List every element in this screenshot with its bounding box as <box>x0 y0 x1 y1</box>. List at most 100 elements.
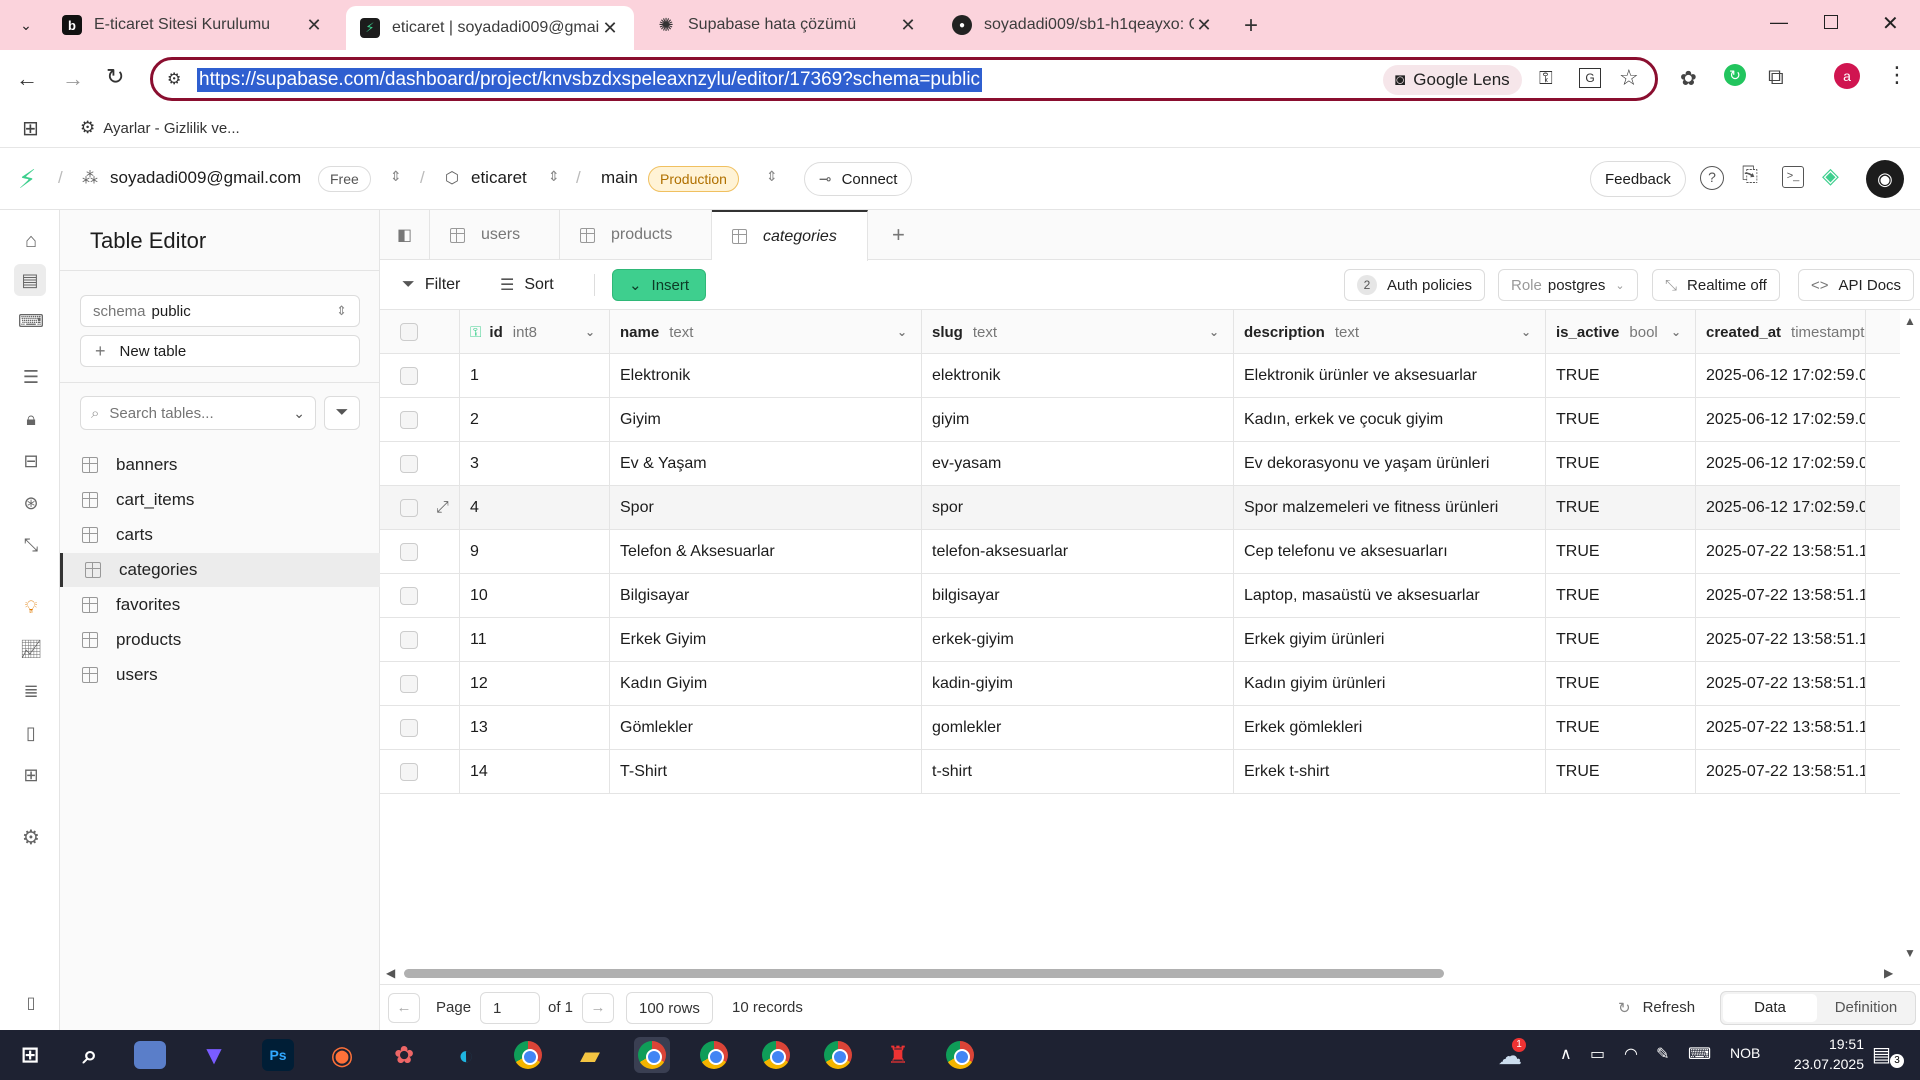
cell-id[interactable]: 1 <box>460 354 610 398</box>
vscode-style-app-icon[interactable]: ▼ <box>196 1037 232 1073</box>
supabase-logo-icon[interactable]: ⚡ <box>18 164 36 195</box>
close-icon[interactable]: ✕ <box>600 18 620 39</box>
search-tables-input[interactable] <box>109 404 270 422</box>
cell-slug[interactable]: erkek-giyim <box>922 618 1234 662</box>
search-tables-box[interactable]: ⌕ ⌄ <box>80 396 316 430</box>
cell-created-at[interactable]: 2025-07-22 13:58:51.158332 <box>1696 706 1866 750</box>
chevron-down-icon[interactable]: ⌄ <box>1521 325 1531 339</box>
table-row[interactable]: ⤢ 4 Spor spor Spor malzemeleri ve fitness ür… <box>380 486 1900 530</box>
cell-created-at[interactable]: 2025-07-22 13:58:51.158332 <box>1696 530 1866 574</box>
api-docs-button[interactable]: <> API Docs <box>1798 269 1915 301</box>
cell-slug[interactable]: telefon-aksesuarlar <box>922 530 1234 574</box>
collapse-sidebar-icon[interactable]: ▯ <box>18 990 44 1016</box>
integrations-icon[interactable]: ⊞ <box>18 762 44 788</box>
table-row[interactable]: 3 Ev & Yaşam ev-yasam Ev dekorasyonu ve yaş… <box>380 442 1900 486</box>
row-checkbox[interactable] <box>400 763 418 781</box>
api-docs-icon[interactable]: ▯ <box>18 720 44 746</box>
user-avatar[interactable]: ◉ <box>1866 160 1904 198</box>
cell-is-active[interactable]: TRUE <box>1546 574 1696 618</box>
row-checkbox[interactable] <box>400 411 418 429</box>
select-all-checkbox[interactable] <box>400 323 418 341</box>
translate-icon[interactable]: G <box>1579 68 1601 88</box>
chevron-down-icon[interactable]: ⌄ <box>585 325 595 339</box>
cell-id[interactable]: 9 <box>460 530 610 574</box>
branch-switcher-icon[interactable]: ⇕ <box>766 168 778 185</box>
cell-slug[interactable]: elektronik <box>922 354 1234 398</box>
column-header-id[interactable]: ⚿ id int8 ⌄ <box>460 310 610 354</box>
filter-button[interactable]: ⏷ Filter <box>402 269 460 301</box>
project-name[interactable]: eticaret <box>471 168 527 188</box>
new-table-button[interactable]: + New table <box>80 335 360 367</box>
toggle-sidebar-icon[interactable]: ◧ <box>380 210 430 260</box>
restore-icon[interactable] <box>1824 15 1838 29</box>
scroll-down-arrow-icon[interactable]: ▼ <box>1904 946 1916 960</box>
minimize-icon[interactable]: — <box>1770 12 1788 33</box>
cell-name[interactable]: Elektronik <box>610 354 922 398</box>
password-key-icon[interactable]: ⚿ <box>1539 68 1553 89</box>
cell-created-at[interactable]: 2025-07-22 13:58:51.158332 <box>1696 662 1866 706</box>
reports-chart-icon[interactable]: 📈︎ <box>18 636 44 662</box>
file-explorer-icon[interactable]: ▰ <box>572 1037 608 1073</box>
row-checkbox[interactable] <box>400 675 418 693</box>
chrome-profile-x-icon[interactable] <box>942 1037 978 1073</box>
cell-id[interactable]: 12 <box>460 662 610 706</box>
cell-id[interactable]: 13 <box>460 706 610 750</box>
chevron-down-icon[interactable]: ⌄ <box>897 325 907 339</box>
browser-tab-3[interactable]: ✺ Supabase hata çözümü ✕ <box>642 6 932 44</box>
apps-grid-icon[interactable]: ⊞ <box>22 116 39 141</box>
chevron-down-icon[interactable]: ⌄ <box>1209 325 1219 339</box>
schema-selector[interactable]: schema public ⇕ <box>80 295 360 327</box>
inbox-icon[interactable]: ⎘ <box>1742 164 1758 187</box>
wifi-icon[interactable]: ◠ <box>1624 1044 1638 1064</box>
pen-icon[interactable]: ✎ <box>1656 1044 1669 1064</box>
cell-created-at[interactable]: 2025-06-12 17:02:59.01483 <box>1696 442 1866 486</box>
chrome-app-icon[interactable] <box>510 1037 546 1073</box>
grammarly-icon[interactable]: ↻ <box>1724 64 1746 86</box>
horizontal-scrollbar-thumb[interactable] <box>404 969 1444 978</box>
close-icon[interactable]: ✕ <box>898 15 918 36</box>
cell-description[interactable]: Elektronik ürünler ve aksesuarlar <box>1234 354 1546 398</box>
row-checkbox[interactable] <box>400 367 418 385</box>
cell-name[interactable]: Ev & Yaşam <box>610 442 922 486</box>
cell-slug[interactable]: ev-yasam <box>922 442 1234 486</box>
monitor-app-icon[interactable] <box>134 1041 166 1069</box>
table-row[interactable]: 13 Gömlekler gomlekler Erkek gömlekleri TRUE… <box>380 706 1900 750</box>
url-text[interactable]: https://supabase.com/dashboard/project/k… <box>197 68 983 92</box>
realtime-toggle-button[interactable]: ⤡ Realtime off <box>1652 269 1780 301</box>
edge-icon[interactable]: ◐ <box>448 1037 484 1073</box>
cell-name[interactable]: Bilgisayar <box>610 574 922 618</box>
cell-created-at[interactable]: 2025-07-22 13:58:51.158332 <box>1696 750 1866 794</box>
browser-tab-2-active[interactable]: ⚡ eticaret | soyadadi009@gmail.com ✕ <box>346 6 634 50</box>
column-header-description[interactable]: description text ⌄ <box>1234 310 1546 354</box>
cell-is-active[interactable]: TRUE <box>1546 706 1696 750</box>
page-number-input[interactable]: 1 <box>480 992 540 1024</box>
profile-avatar[interactable]: a <box>1834 63 1860 89</box>
cell-description[interactable]: Spor malzemeleri ve fitness ürünleri <box>1234 486 1546 530</box>
media-app-icon[interactable]: ♜ <box>880 1037 916 1073</box>
account-name[interactable]: soyadadi009@gmail.com <box>110 168 301 188</box>
branch-name[interactable]: main <box>601 168 638 188</box>
firefox-icon[interactable]: ◉ <box>324 1037 360 1073</box>
help-icon[interactable]: ? <box>1700 166 1724 190</box>
cell-slug[interactable]: kadin-giyim <box>922 662 1234 706</box>
column-header-slug[interactable]: slug text ⌄ <box>922 310 1234 354</box>
sort-button[interactable]: ☰ Sort <box>500 269 554 301</box>
row-checkbox[interactable] <box>400 499 418 517</box>
edge-functions-icon[interactable]: ⊛ <box>18 490 44 516</box>
table-row[interactable]: 14 T-Shirt t-shirt Erkek t-shirt TRUE 2025-07… <box>380 750 1900 794</box>
data-view-tab[interactable]: Data <box>1723 994 1817 1022</box>
prev-page-arrow-icon[interactable]: ← <box>388 993 420 1023</box>
double-chevron-down-icon[interactable]: ⌄ <box>293 405 305 422</box>
clock-date[interactable]: 23.07.2025 <box>1770 1056 1864 1072</box>
cell-description[interactable]: Erkek giyim ürünleri <box>1234 618 1546 662</box>
cell-created-at[interactable]: 2025-07-22 13:58:51.158332 <box>1696 618 1866 662</box>
cell-description[interactable]: Erkek t-shirt <box>1234 750 1546 794</box>
table-row[interactable]: 1 Elektronik elektronik Elektronik ürünler … <box>380 354 1900 398</box>
extensions-puzzle-icon[interactable]: ⧉ <box>1768 64 1784 90</box>
rows-per-page-selector[interactable]: 100 rows <box>626 992 713 1024</box>
row-checkbox[interactable] <box>400 543 418 561</box>
advisors-lightbulb-icon[interactable]: 💡︎ <box>18 594 44 620</box>
sidebar-table-item-users[interactable]: users <box>60 658 380 692</box>
google-lens-button[interactable]: ◙ Google Lens <box>1383 65 1522 95</box>
menu-kebab-icon[interactable]: ⋮ <box>1886 62 1908 88</box>
